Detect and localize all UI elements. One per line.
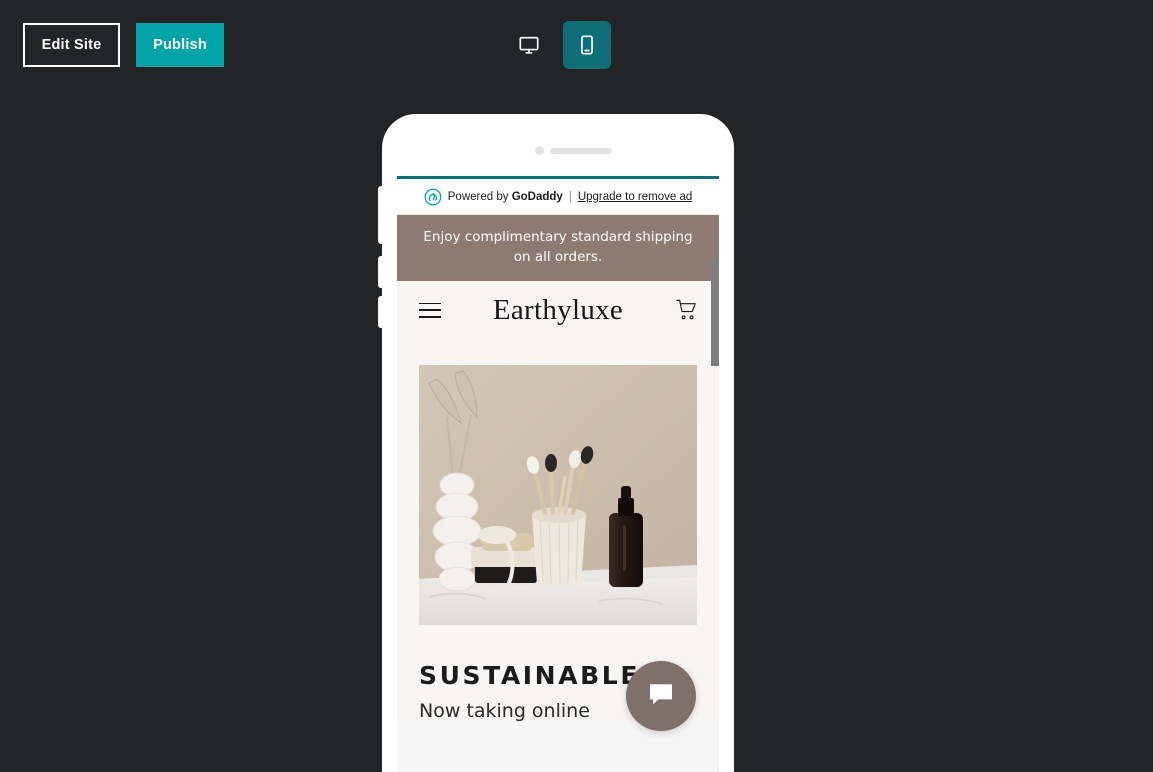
powered-by-prefix: Powered by	[447, 190, 512, 203]
upgrade-to-remove-ad-link[interactable]: Upgrade to remove ad	[578, 191, 692, 203]
scrollbar-thumb[interactable]	[711, 258, 719, 366]
chat-bubble-icon	[646, 679, 676, 714]
hamburger-line	[419, 309, 441, 311]
godaddy-brand-name: GoDaddy	[511, 190, 563, 203]
edit-site-button[interactable]: Edit Site	[23, 23, 120, 67]
desktop-view-button[interactable]	[505, 21, 553, 69]
mobile-phone-icon	[576, 34, 598, 56]
hamburger-menu-icon[interactable]	[419, 298, 441, 323]
editor-toolbar: Edit Site Publish	[0, 0, 1153, 90]
preview-scrollbar[interactable]	[711, 218, 719, 772]
site-brand-name: Earthyluxe	[492, 293, 624, 326]
promo-banner: Enjoy complimentary standard shipping on…	[397, 215, 719, 282]
hero-image	[419, 365, 697, 626]
hamburger-line	[419, 315, 441, 318]
hamburger-line	[419, 302, 441, 305]
desktop-monitor-icon	[518, 34, 540, 56]
view-mode-toggle	[505, 21, 611, 69]
publish-button[interactable]: Publish	[136, 23, 224, 67]
ad-bar-separator: |	[568, 190, 572, 203]
site-header: Earthyluxe	[397, 281, 719, 340]
godaddy-logo-icon	[424, 188, 442, 206]
mobile-view-button[interactable]	[563, 21, 611, 69]
phone-camera-dot	[535, 146, 544, 155]
chat-widget-button[interactable]	[626, 661, 696, 731]
powered-by-label: Powered by GoDaddy	[448, 191, 563, 203]
phone-speaker-grill	[550, 148, 612, 154]
shopping-cart-icon[interactable]	[675, 298, 697, 322]
godaddy-ad-bar: Powered by GoDaddy | Upgrade to remove a…	[397, 179, 719, 215]
